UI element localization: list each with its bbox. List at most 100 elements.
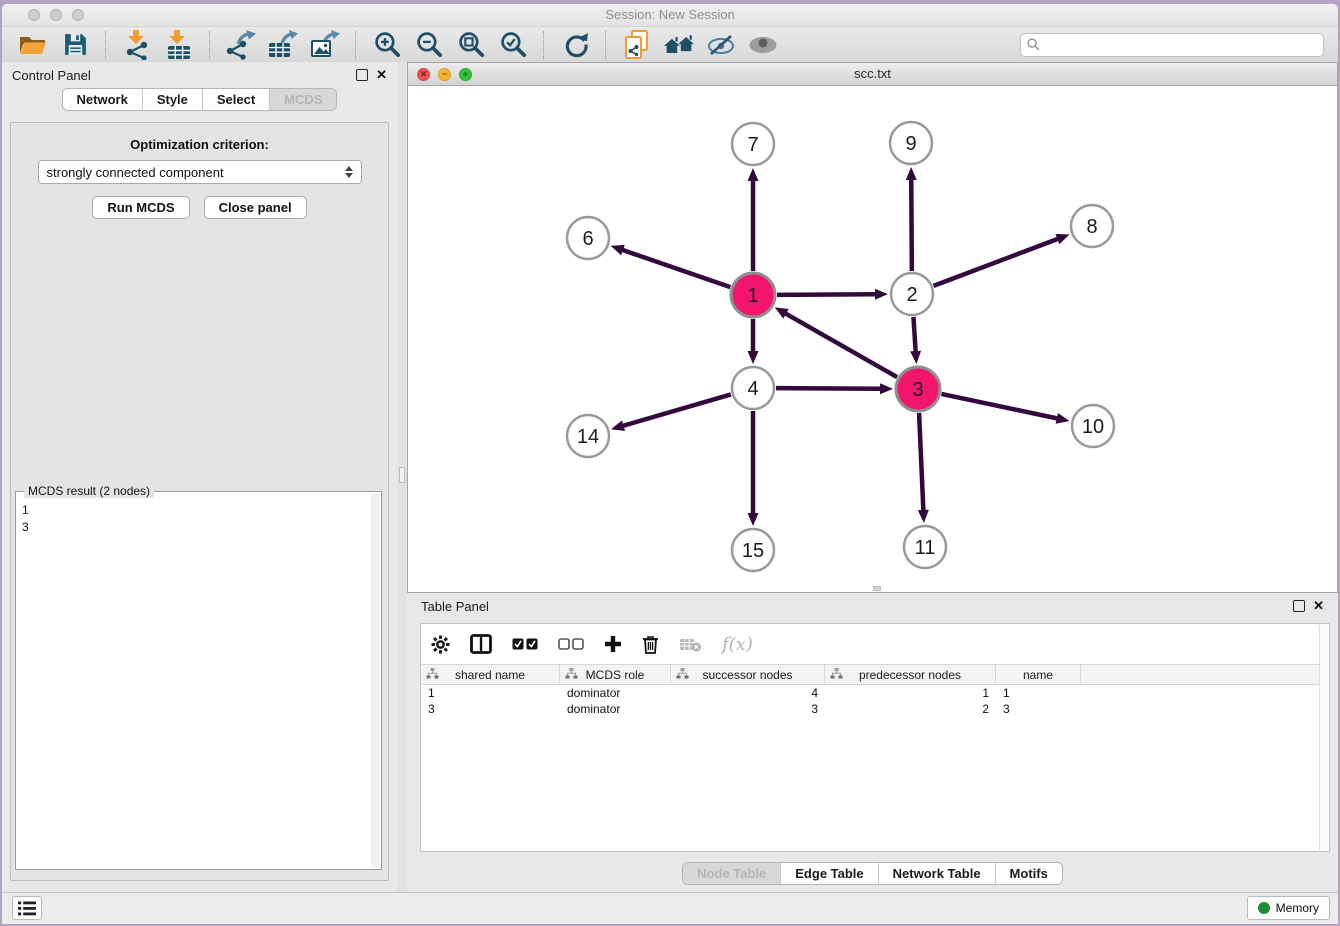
graph-edge-1-2[interactable] bbox=[777, 289, 888, 300]
graph-edge-1-4[interactable] bbox=[748, 319, 759, 364]
tab-style[interactable]: Style bbox=[142, 89, 202, 110]
tab-select[interactable]: Select bbox=[202, 89, 269, 110]
refresh-icon[interactable] bbox=[560, 30, 590, 60]
control-panel-tabs: NetworkStyleSelectMCDS bbox=[62, 88, 338, 111]
table-tab-motifs[interactable]: Motifs bbox=[995, 863, 1062, 884]
network-close-button[interactable]: ✕ bbox=[417, 68, 430, 81]
import-network-icon[interactable] bbox=[122, 30, 152, 60]
graph-node-6[interactable]: 6 bbox=[567, 217, 609, 259]
table-cell[interactable]: 1 bbox=[421, 685, 560, 701]
graph-node-1[interactable]: 1 bbox=[731, 273, 775, 317]
zoom-out-icon[interactable] bbox=[414, 30, 444, 60]
memory-button[interactable]: Memory bbox=[1247, 896, 1330, 920]
graph-edge-1-6[interactable] bbox=[611, 245, 731, 287]
table-cell[interactable]: 3 bbox=[671, 701, 825, 717]
graph-node-14[interactable]: 14 bbox=[567, 415, 609, 457]
graph-edge-4-14[interactable] bbox=[611, 394, 731, 431]
hide-graphics-details-icon[interactable] bbox=[706, 30, 736, 60]
open-session-icon[interactable] bbox=[18, 30, 48, 60]
graph-node-4[interactable]: 4 bbox=[732, 367, 774, 409]
divider-grip[interactable] bbox=[399, 467, 405, 483]
select-all-columns-icon[interactable] bbox=[512, 638, 538, 651]
control-panel-close-icon[interactable]: ✕ bbox=[376, 70, 387, 80]
window-close-button[interactable] bbox=[28, 9, 40, 21]
graph-node-11[interactable]: 11 bbox=[904, 526, 946, 568]
table-tab-network-table[interactable]: Network Table bbox=[878, 863, 995, 884]
table-tab-node-table[interactable]: Node Table bbox=[683, 863, 780, 884]
column-header-name[interactable]: name bbox=[996, 665, 1081, 684]
table-cell[interactable]: 1 bbox=[996, 685, 1081, 701]
search-field[interactable] bbox=[1020, 33, 1324, 57]
table-row[interactable]: 3dominator323 bbox=[421, 701, 1329, 717]
table-panel-float-icon[interactable] bbox=[1293, 600, 1305, 612]
table-cell[interactable]: dominator bbox=[560, 701, 671, 717]
show-graphics-details-icon[interactable] bbox=[748, 30, 778, 60]
table-cell[interactable]: 4 bbox=[671, 685, 825, 701]
table-cell[interactable]: 3 bbox=[421, 701, 560, 717]
table-panel-close-icon[interactable]: ✕ bbox=[1313, 601, 1324, 611]
panel-split-divider[interactable] bbox=[397, 62, 407, 893]
graph-edge-3-1[interactable] bbox=[775, 307, 897, 377]
criterion-dropdown[interactable]: strongly connected component bbox=[38, 160, 362, 184]
tab-network[interactable]: Network bbox=[63, 89, 142, 110]
export-image-icon[interactable] bbox=[310, 30, 340, 60]
home-view-icon[interactable] bbox=[664, 30, 694, 60]
create-column-plus-icon[interactable] bbox=[604, 635, 622, 653]
graph-edge-2-8[interactable] bbox=[934, 234, 1070, 286]
graph-edge-4-15[interactable] bbox=[748, 411, 759, 526]
import-table-icon[interactable] bbox=[164, 30, 194, 60]
table-settings-gear-icon[interactable] bbox=[431, 635, 450, 654]
graph-edge-4-3[interactable] bbox=[776, 383, 893, 394]
table-row[interactable]: 1dominator411 bbox=[421, 685, 1329, 701]
export-network-icon[interactable] bbox=[226, 30, 256, 60]
network-canvas[interactable]: 7 9 6 8 1 2 4 3 14 10 15 11 bbox=[408, 86, 1337, 592]
mcds-result-scrollbar[interactable] bbox=[371, 494, 379, 867]
close-panel-button[interactable]: Close panel bbox=[204, 196, 307, 219]
graph-node-7[interactable]: 7 bbox=[732, 123, 774, 165]
graph-node-3[interactable]: 3 bbox=[896, 367, 940, 411]
table-cell[interactable]: dominator bbox=[560, 685, 671, 701]
sort-hierarchy-icon bbox=[676, 668, 689, 680]
mcds-result-text[interactable]: 1 3 bbox=[22, 502, 369, 867]
unselect-all-columns-icon[interactable] bbox=[558, 638, 584, 651]
window-minimize-button[interactable] bbox=[50, 9, 62, 21]
toolbar-separator bbox=[105, 31, 107, 59]
column-header-predecessor-nodes[interactable]: predecessor nodes bbox=[825, 665, 996, 684]
zoom-fit-icon[interactable] bbox=[456, 30, 486, 60]
column-header-successor-nodes[interactable]: successor nodes bbox=[671, 665, 825, 684]
column-header-shared-name[interactable]: shared name bbox=[421, 665, 560, 684]
graph-edge-3-10[interactable] bbox=[941, 394, 1069, 424]
network-maximize-button[interactable]: + bbox=[459, 68, 472, 81]
new-network-from-selection-icon[interactable] bbox=[622, 30, 652, 60]
table-cell[interactable]: 2 bbox=[825, 701, 996, 717]
tab-mcds[interactable]: MCDS bbox=[269, 89, 336, 110]
graph-node-2[interactable]: 2 bbox=[891, 273, 933, 315]
table-tab-edge-table[interactable]: Edge Table bbox=[780, 863, 877, 884]
graph-edge-2-3[interactable] bbox=[910, 317, 921, 364]
column-header-mcds-role[interactable]: MCDS role bbox=[560, 665, 671, 684]
delete-column-trash-icon[interactable] bbox=[642, 635, 659, 654]
table-cell[interactable]: 1 bbox=[825, 685, 996, 701]
graph-node-15[interactable]: 15 bbox=[732, 529, 774, 571]
network-window-titlebar[interactable]: ✕ − + scc.txt bbox=[408, 63, 1337, 86]
control-panel-float-icon[interactable] bbox=[356, 69, 368, 81]
graph-edge-3-11[interactable] bbox=[918, 413, 929, 523]
window-zoom-button[interactable] bbox=[72, 9, 84, 21]
network-resize-grip[interactable] bbox=[873, 586, 881, 591]
export-table-icon[interactable] bbox=[268, 30, 298, 60]
save-session-icon[interactable] bbox=[60, 30, 90, 60]
run-mcds-button[interactable]: Run MCDS bbox=[92, 196, 189, 219]
graph-edge-1-7[interactable] bbox=[748, 168, 759, 271]
zoom-selected-icon[interactable] bbox=[498, 30, 528, 60]
graph-node-10[interactable]: 10 bbox=[1072, 405, 1114, 447]
graph-node-8[interactable]: 8 bbox=[1071, 205, 1113, 247]
toggle-column-pane-icon[interactable] bbox=[470, 634, 492, 654]
network-minimize-button[interactable]: − bbox=[438, 68, 451, 81]
zoom-in-icon[interactable] bbox=[372, 30, 402, 60]
graph-node-9[interactable]: 9 bbox=[890, 122, 932, 164]
task-history-button[interactable] bbox=[12, 896, 42, 920]
table-cell[interactable]: 3 bbox=[996, 701, 1081, 717]
table-scrollbar[interactable] bbox=[1319, 625, 1329, 850]
search-input[interactable] bbox=[1044, 37, 1317, 53]
graph-edge-2-9[interactable] bbox=[906, 167, 917, 271]
